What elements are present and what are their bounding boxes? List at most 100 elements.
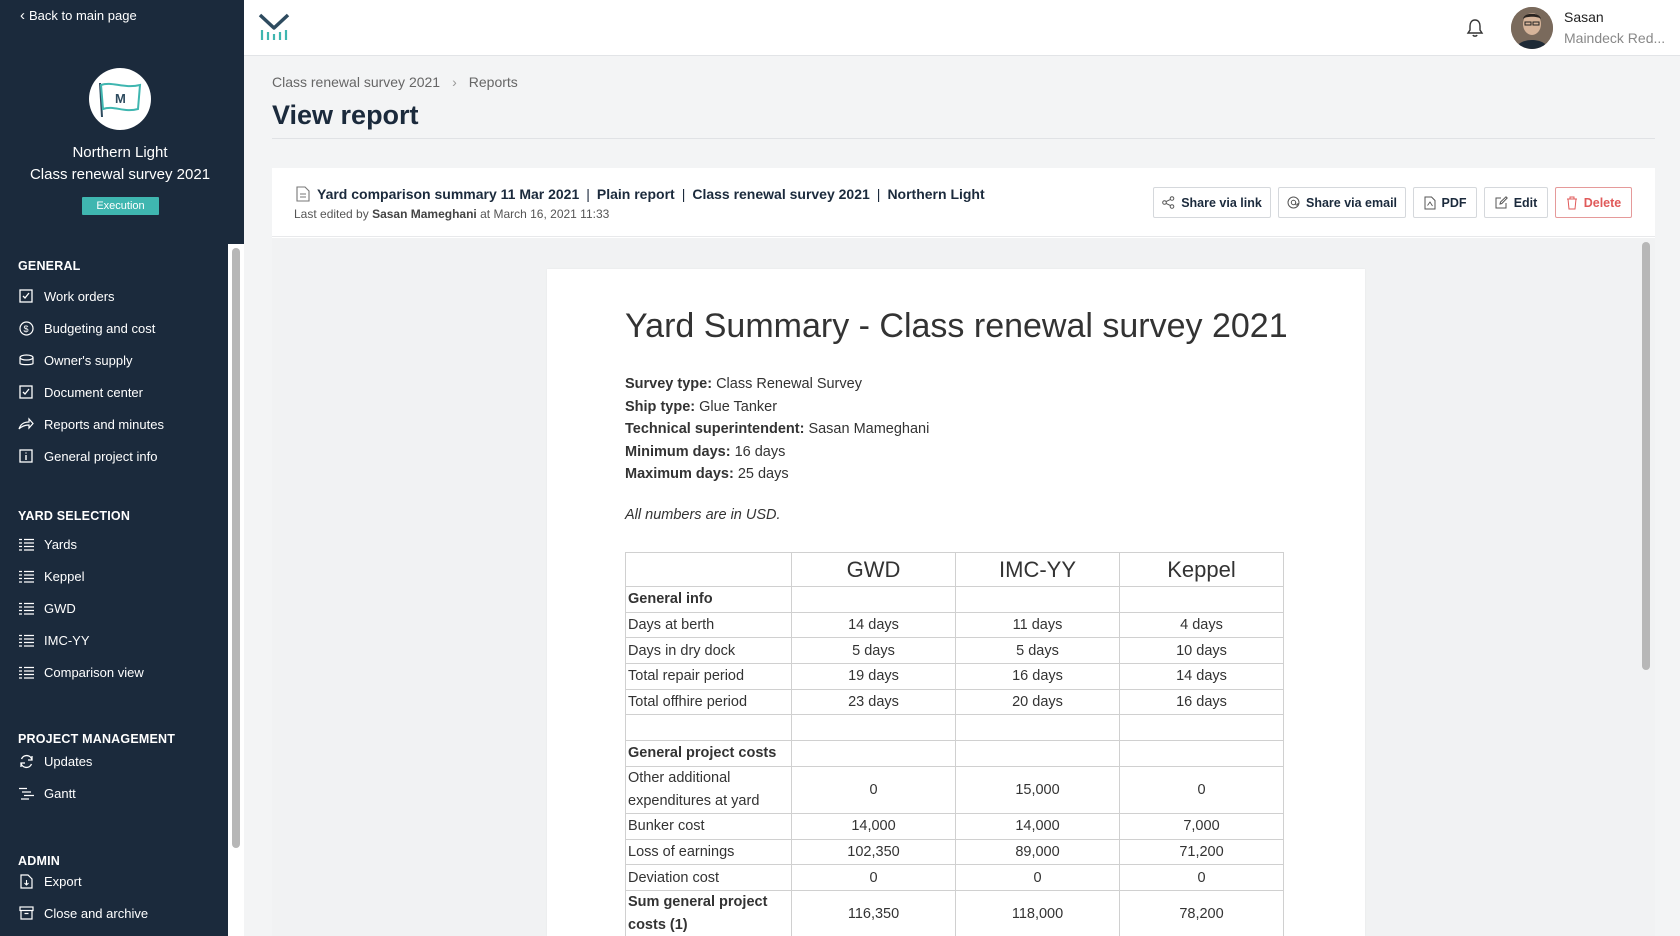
table-group-row: General project costs xyxy=(625,740,1284,767)
nav-gantt[interactable]: Gantt xyxy=(18,782,218,804)
share-via-link-button[interactable]: Share via link xyxy=(1153,187,1271,218)
share-arrow-icon xyxy=(18,416,34,432)
nav-label: Updates xyxy=(44,753,93,769)
gantt-icon xyxy=(18,785,34,801)
project-name: Class renewal survey 2021 xyxy=(29,166,211,183)
info-square-icon xyxy=(18,448,34,464)
nav-keppel[interactable]: Keppel xyxy=(18,565,218,587)
pdf-icon xyxy=(1424,196,1435,209)
row-label: Loss of earnings xyxy=(625,838,792,866)
table-cell: 0 xyxy=(1119,765,1284,814)
table-cell xyxy=(791,740,956,767)
column-header: GWD xyxy=(791,552,956,587)
nav-budgeting-and-cost[interactable]: $ Budgeting and cost xyxy=(18,317,218,339)
nav-gwd[interactable]: GWD xyxy=(18,597,218,619)
divider xyxy=(272,138,1655,139)
nav-document-center[interactable]: Document center xyxy=(18,381,218,403)
report-meta: Yard comparison summary 11 Mar 2021 | Plai… xyxy=(317,186,985,202)
table-cell: 116,350 xyxy=(791,889,956,936)
nav-imc-yy[interactable]: IMC-YY xyxy=(18,629,218,651)
archive-icon xyxy=(18,905,34,921)
pdf-button[interactable]: PDF xyxy=(1413,187,1477,218)
report-viewer[interactable]: Yard Summary - Class renewal survey 2021… xyxy=(272,238,1655,936)
row-label: Other additional expenditures at yard xyxy=(625,765,792,814)
nav-close-and-archive[interactable]: Close and archive xyxy=(18,902,218,924)
table-cell: 0 xyxy=(791,864,956,891)
page-title: View report xyxy=(272,100,419,130)
nav-export[interactable]: Export xyxy=(18,870,218,892)
nav-comparison-view[interactable]: Comparison view xyxy=(18,661,218,683)
table-row: Deviation cost 0 0 0 xyxy=(625,864,1284,891)
delete-button[interactable]: Delete xyxy=(1555,187,1632,218)
breadcrumb-project[interactable]: Class renewal survey 2021 xyxy=(272,74,440,90)
database-icon xyxy=(18,352,34,368)
currency-note: All numbers are in USD. xyxy=(625,507,781,523)
trash-icon xyxy=(1566,196,1577,209)
sidebar-scrollbar-thumb[interactable] xyxy=(232,248,240,848)
last-edited: Last edited by Sasan Mameghani at March … xyxy=(294,207,609,221)
info-label: Minimum days: xyxy=(625,443,731,460)
info-label: Technical superintendent: xyxy=(625,421,805,437)
checkbox-icon xyxy=(18,288,34,304)
user-company[interactable]: Maindeck Red... xyxy=(1564,30,1665,46)
nav-general-project-info[interactable]: General project info xyxy=(18,445,218,467)
checkbox-icon xyxy=(18,384,34,400)
user-name[interactable]: Sasan xyxy=(1564,9,1604,25)
info-value: Sasan Mameghani xyxy=(808,421,930,437)
nav-label: Comparison view xyxy=(44,664,144,680)
avatar[interactable] xyxy=(1511,7,1553,49)
list-icon xyxy=(18,664,34,680)
breadcrumb-reports[interactable]: Reports xyxy=(469,74,518,90)
share-via-email-button[interactable]: Share via email xyxy=(1278,187,1406,218)
edit-button[interactable]: Edit xyxy=(1484,187,1548,218)
info-row: Minimum days: 16 days xyxy=(625,441,929,464)
last-edited-at: at March 16, 2021 11:33 xyxy=(480,207,610,221)
vessel-logo: M xyxy=(89,68,151,130)
document-icon xyxy=(296,186,310,202)
stage-badge: Execution xyxy=(82,197,159,215)
info-value: Glue Tanker xyxy=(699,398,778,415)
table-cell: 10 days xyxy=(1119,637,1284,665)
nav-label: Export xyxy=(44,873,82,889)
nav-label: Yards xyxy=(44,536,77,552)
table-cell xyxy=(1119,586,1284,613)
at-icon xyxy=(1287,196,1300,209)
bell-icon[interactable] xyxy=(1466,18,1484,38)
dollar-circle-icon: $ xyxy=(18,320,34,336)
nav-owners-supply[interactable]: Owner's supply xyxy=(18,349,218,371)
back-to-main-link[interactable]: ‹ Back to main page xyxy=(20,8,137,24)
report-header: Yard comparison summary 11 Mar 2021 | Plai… xyxy=(272,168,1655,237)
report-vessel: Northern Light xyxy=(887,186,985,202)
table-cell: 23 days xyxy=(791,688,956,716)
row-label: Deviation cost xyxy=(625,864,792,891)
report-type: Plain report xyxy=(596,186,675,202)
document-title: Yard Summary - Class renewal survey 2021 xyxy=(625,307,1288,345)
edit-icon xyxy=(1495,196,1508,209)
file-export-icon xyxy=(18,873,34,889)
viewer-scrollbar-thumb[interactable] xyxy=(1642,242,1650,670)
table-cell xyxy=(955,740,1120,767)
info-label: Ship type: xyxy=(625,398,696,415)
nav-yards[interactable]: Yards xyxy=(18,533,218,555)
svg-text:$: $ xyxy=(23,324,28,334)
table-cell: 0 xyxy=(1119,864,1284,891)
table-cell: 14 days xyxy=(791,611,956,639)
button-label: Share via email xyxy=(1305,195,1398,210)
nav-label: Work orders xyxy=(44,288,115,304)
sidebar: ‹ Back to main page M Northern Light Cla… xyxy=(0,0,244,936)
section-title-yard-selection: YARD SELECTION xyxy=(18,509,131,523)
nav-updates[interactable]: Updates xyxy=(18,750,218,772)
table-group-row: General info xyxy=(625,586,1284,613)
group-label: General info xyxy=(625,586,792,613)
button-label: Share via link xyxy=(1181,195,1262,210)
app-logo-icon[interactable] xyxy=(258,12,290,42)
table-spacer-row xyxy=(625,714,1284,742)
list-icon xyxy=(18,632,34,648)
table-cell: 14 days xyxy=(1119,663,1284,690)
table-cell: 7,000 xyxy=(1119,812,1284,840)
nav-work-orders[interactable]: Work orders xyxy=(18,285,218,307)
nav-reports-and-minutes[interactable]: Reports and minutes xyxy=(18,413,218,435)
report-card: Yard comparison summary 11 Mar 2021 | Plai… xyxy=(272,168,1655,936)
list-icon xyxy=(18,600,34,616)
table-cell: 11 days xyxy=(955,611,1120,639)
